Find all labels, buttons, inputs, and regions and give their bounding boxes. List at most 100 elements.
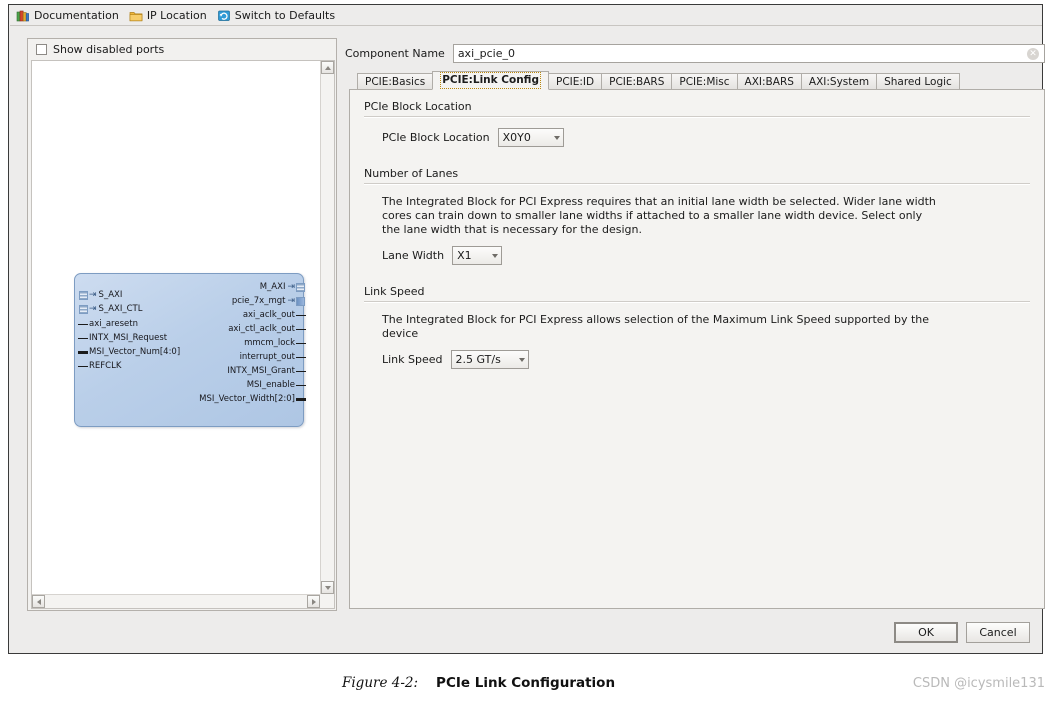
toolbar-item-label: Switch to Defaults (234, 9, 336, 22)
port-name: axi_ctl_aclk_out (228, 324, 295, 334)
canvas-vertical-scrollbar[interactable] (320, 61, 334, 594)
field-label: Lane Width (382, 249, 445, 262)
field-label: PCIe Block Location (382, 131, 490, 144)
lane-width-dropdown[interactable]: X1 (452, 246, 503, 265)
right-port-intx-msi-grant: INTX_MSI_Grant (227, 366, 306, 377)
dropdown-value: 2.5 GT/s (455, 353, 501, 366)
section-divider (364, 301, 1030, 303)
right-port-msi-vector-width: MSI_Vector_Width[2:0] (199, 394, 306, 405)
port-name: S_AXI_CTL (98, 304, 143, 314)
canvas-background: ⇥ S_AXI ⇥ S_AXI_CTL axi_aresetn INTX_MSI_R… (32, 61, 320, 594)
toolbar-item-switch-to-defaults[interactable]: Switch to Defaults (217, 9, 335, 23)
field-lane-width: Lane Width X1 (382, 246, 1030, 265)
right-port-pcie-7x-mgt: pcie_7x_mgt ⇥ (232, 296, 305, 307)
section-link-speed: Link Speed The Integrated Block for PCI … (364, 285, 1030, 369)
section-number-of-lanes: Number of Lanes The Integrated Block for… (364, 167, 1030, 265)
tab-pcie-link-config[interactable]: PCIE:Link Config (432, 71, 549, 90)
watermark-text: CSDN @icysmile131 (912, 675, 1045, 691)
right-port-mmcm-lock: mmcm_lock (244, 338, 306, 349)
port-name: S_AXI (98, 290, 123, 300)
show-disabled-ports-checkbox[interactable] (36, 43, 47, 55)
field-label: Link Speed (382, 353, 443, 366)
left-port-intx-msi-request: INTX_MSI_Request (78, 333, 168, 344)
left-port-s-axi-ctl: ⇥ S_AXI_CTL (79, 304, 143, 315)
section-heading: Link Speed (364, 285, 425, 298)
scroll-down-button[interactable] (321, 581, 334, 594)
section-description: The Integrated Block for PCI Express req… (382, 195, 936, 236)
tab-axi-system[interactable]: AXI:System (800, 73, 878, 90)
port-name: axi_aclk_out (242, 310, 295, 320)
tab-pcie-basics[interactable]: PCIE:Basics (357, 73, 434, 90)
component-name-value: axi_pcie_0 (457, 46, 515, 60)
port-diagram-panel: Show disabled ports ⇥S_AXI ⇥S_AXI_CTL (27, 38, 337, 611)
dialog-toolbar: Documentation IP Location Switch to Defa… (10, 6, 1042, 26)
pin-icon (78, 366, 88, 367)
dropdown-value: X1 (457, 249, 472, 262)
scroll-right-button[interactable] (307, 595, 320, 608)
chevron-right-icon (311, 598, 316, 605)
pcie-block-location-dropdown[interactable]: X0Y0 (497, 128, 564, 147)
port-name: INTX_MSI_Grant (227, 366, 295, 376)
chevron-down-icon (553, 135, 560, 140)
component-name-input[interactable]: axi_pcie_0 ✕ (452, 43, 1045, 63)
component-name-label: Component Name (345, 46, 445, 60)
tab-pcie-bars[interactable]: PCIE:BARS (601, 73, 673, 90)
show-disabled-ports-row[interactable]: Show disabled ports (28, 39, 336, 59)
bus-arrow-icon: ⇥ (287, 282, 295, 292)
tab-shared-logic[interactable]: Shared Logic (876, 73, 960, 90)
figure-caption: Figure 4-2: PCIe Link Configuration CSDN… (0, 670, 1053, 696)
dialog-button-row: OK Cancel (894, 622, 1030, 643)
toolbar-item-label: Documentation (34, 9, 119, 22)
show-disabled-ports-label: Show disabled ports (53, 42, 165, 56)
right-port-axi-ctl-aclk-out: axi_ctl_aclk_out (228, 324, 306, 335)
pin-icon (78, 324, 88, 325)
ok-button[interactable]: OK (894, 622, 958, 643)
refresh-icon (217, 9, 231, 23)
right-port-m-axi: M_AXI ⇥ (260, 282, 305, 293)
scroll-up-button[interactable] (321, 61, 334, 74)
chevron-down-icon (492, 253, 499, 258)
field-link-speed: Link Speed 2.5 GT/s (382, 350, 1030, 369)
port-name: REFCLK (89, 361, 122, 371)
tab-pcie-id[interactable]: PCIE:ID (547, 73, 603, 90)
bus-pin-icon (79, 305, 88, 314)
port-name: MSI_Vector_Num[4:0] (89, 347, 181, 357)
port-name: interrupt_out (239, 352, 295, 362)
clear-icon[interactable]: ✕ (1027, 47, 1039, 60)
bus-arrow-icon: ⇥ (89, 304, 97, 314)
chevron-left-icon (36, 598, 41, 605)
vector-pin-icon (78, 351, 88, 354)
toolbar-item-label: IP Location (146, 9, 207, 22)
configuration-panel: Component Name axi_pcie_0 ✕ PCIE:Basics … (345, 43, 1045, 611)
books-icon (16, 9, 30, 23)
left-port-s-axi: ⇥ S_AXI (79, 290, 123, 301)
section-divider (364, 183, 1030, 185)
scroll-left-button[interactable] (32, 595, 45, 608)
tab-pcie-misc[interactable]: PCIE:Misc (671, 73, 738, 90)
block-diagram-canvas[interactable]: ⇥ S_AXI ⇥ S_AXI_CTL axi_aresetn INTX_MSI_R… (31, 60, 335, 609)
tab-axi-bars[interactable]: AXI:BARS (736, 73, 802, 90)
figure-title: PCIe Link Configuration (436, 675, 616, 691)
canvas-horizontal-scrollbar[interactable] (32, 594, 320, 608)
pin-icon (296, 371, 306, 372)
folder-icon (129, 9, 143, 23)
bus-pin-icon (79, 291, 88, 300)
section-pcie-block-location: PCIe Block Location PCIe Block Location … (364, 100, 1030, 147)
toolbar-item-ip-location[interactable]: IP Location (129, 9, 207, 23)
chevron-down-icon (324, 585, 331, 590)
vector-pin-icon (296, 398, 306, 401)
link-speed-dropdown[interactable]: 2.5 GT/s (450, 350, 529, 369)
right-port-msi-enable: MSI_enable (247, 380, 306, 391)
toolbar-item-documentation[interactable]: Documentation (16, 9, 119, 23)
chevron-up-icon (324, 65, 331, 70)
pin-icon (296, 385, 306, 386)
port-name: INTX_MSI_Request (89, 333, 168, 343)
port-name: axi_aresetn (89, 319, 138, 329)
tab-content-pcie-link-config: PCIe Block Location PCIe Block Location … (349, 89, 1045, 609)
left-port-msi-vector-num: MSI_Vector_Num[4:0] (78, 347, 181, 358)
ip-block-symbol[interactable]: ⇥ S_AXI ⇥ S_AXI_CTL axi_aresetn INTX_MSI_R… (74, 273, 306, 427)
component-name-row: Component Name axi_pcie_0 ✕ (345, 43, 1045, 63)
right-port-axi-aclk-out: axi_aclk_out (242, 310, 306, 321)
cancel-button[interactable]: Cancel (966, 622, 1030, 643)
field-pcie-block-location: PCIe Block Location X0Y0 (382, 128, 1030, 147)
